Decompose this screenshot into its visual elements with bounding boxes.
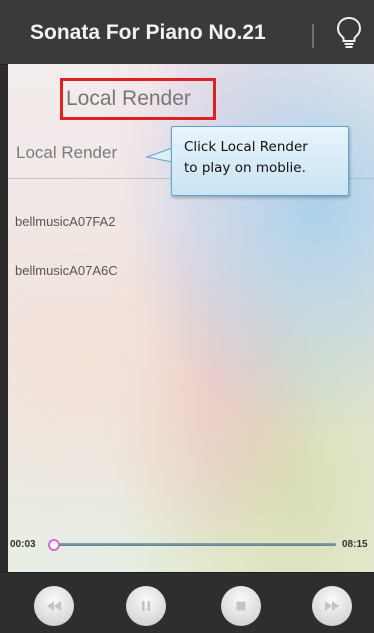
pause-icon — [142, 601, 150, 611]
stop-button[interactable] — [221, 586, 261, 626]
rewind-icon — [47, 601, 61, 611]
lightbulb-icon[interactable] — [336, 16, 362, 50]
local-render-option[interactable]: Local Render — [16, 143, 117, 163]
render-panel: Local Render Local Render Click Local Re… — [8, 64, 374, 572]
title-bar: Sonata For Piano No.21 — [0, 0, 374, 65]
total-time: 08:15 — [342, 539, 368, 550]
fast-forward-icon — [325, 601, 339, 611]
pause-button[interactable] — [126, 586, 166, 626]
previous-button[interactable] — [34, 586, 74, 626]
callout-pointer — [145, 147, 173, 163]
progress-thumb[interactable] — [48, 539, 60, 551]
next-button[interactable] — [312, 586, 352, 626]
callout-tooltip: Click Local Render to play on moblie. — [171, 126, 349, 196]
panel-heading: Local Render — [66, 87, 191, 110]
progress-track[interactable] — [52, 543, 336, 546]
device-item[interactable]: bellmusicA07A6C — [15, 263, 118, 278]
callout-line-2: to play on moblie. — [184, 160, 306, 176]
current-time: 00:03 — [10, 539, 36, 550]
callout-line-1: Click Local Render — [184, 139, 308, 155]
song-title: Sonata For Piano No.21 — [30, 21, 266, 44]
device-item[interactable]: bellmusicA07FA2 — [15, 214, 115, 229]
progress-bar[interactable]: 00:03 08:15 — [8, 534, 374, 554]
playback-controls — [0, 572, 374, 633]
stop-icon — [236, 601, 246, 611]
title-divider — [312, 24, 314, 48]
